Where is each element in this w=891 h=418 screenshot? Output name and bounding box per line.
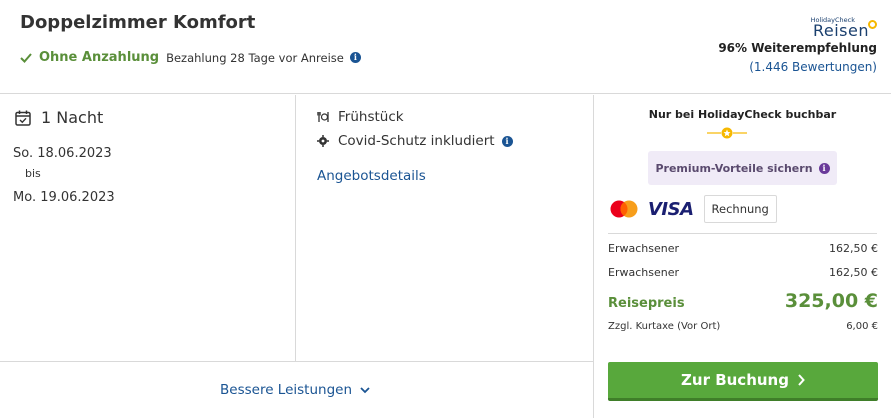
features-column: Frühstück Covid-Schutz inkludiert i Ange… xyxy=(296,95,594,361)
chevron-right-icon xyxy=(798,374,805,386)
nights-row: 1 Nacht xyxy=(15,108,103,127)
stay-column: 1 Nacht So. 18.06.2023 bis Mo. 19.06.202… xyxy=(0,95,296,361)
booking-panel: Nur bei HolidayCheck buchbar Premium-Vor… xyxy=(594,95,891,418)
meal-icon xyxy=(317,112,329,122)
sun-icon xyxy=(868,20,877,29)
premium-label: Premium-Vorteile sichern xyxy=(655,161,813,175)
tax-label: Zzgl. Kurtaxe (Vor Ort) xyxy=(608,321,721,332)
tax-value: 6,00 € xyxy=(846,321,878,332)
holidaycheck-logo: HolidayCheck Reisen xyxy=(811,16,877,40)
price-line: Erwachsener 162,50 € xyxy=(608,242,878,255)
visa-icon: VISA xyxy=(648,198,694,220)
price-divider xyxy=(608,233,877,234)
better-services-toggle[interactable]: Bessere Leistungen xyxy=(220,382,370,398)
feature-breakfast: Frühstück xyxy=(317,109,411,125)
offer-details-link[interactable]: Angebotsdetails xyxy=(317,168,426,184)
exclusive-note: Nur bei HolidayCheck buchbar xyxy=(648,108,837,121)
feature-label: Covid-Schutz inkludiert xyxy=(338,133,495,149)
logo-big-text: Reisen xyxy=(812,21,869,40)
book-button[interactable]: Zur Buchung xyxy=(608,362,878,401)
recommendation-rate: 96% Weiterempfehlung xyxy=(718,41,877,55)
chevron-down-icon xyxy=(360,387,370,394)
offer-header: Doppelzimmer Komfort Ohne Anzahlung Beza… xyxy=(0,0,891,94)
date-separator: bis xyxy=(25,167,41,180)
total-row: Reisepreis 325,00 € xyxy=(608,290,878,312)
star-divider-icon xyxy=(707,127,747,139)
book-button-label: Zur Buchung xyxy=(681,371,789,389)
mastercard-icon xyxy=(610,200,638,218)
premium-benefits-button[interactable]: Premium-Vorteile sichern i xyxy=(648,151,837,185)
price-line-label: Erwachsener xyxy=(608,266,679,279)
feature-covid: Covid-Schutz inkludiert i xyxy=(317,133,513,149)
better-services-label: Bessere Leistungen xyxy=(220,382,353,398)
payment-note: Bezahlung 28 Tage vor Anreise xyxy=(166,50,344,65)
room-title: Doppelzimmer Komfort xyxy=(20,12,256,33)
calendar-icon xyxy=(15,110,31,126)
deposit-row: Ohne Anzahlung Bezahlung 28 Tage vor Anr… xyxy=(20,50,361,65)
payment-methods: VISA Rechnung xyxy=(608,195,777,223)
total-price: 325,00 € xyxy=(784,290,878,312)
feature-label: Frühstück xyxy=(338,109,404,125)
info-icon: i xyxy=(818,162,830,174)
invoice-payment-badge: Rechnung xyxy=(703,195,777,223)
price-line: Erwachsener 162,50 € xyxy=(608,266,878,279)
info-icon[interactable]: i xyxy=(501,135,513,147)
deposit-label: Ohne Anzahlung xyxy=(39,50,160,65)
total-label: Reisepreis xyxy=(608,296,685,311)
nights-count: 1 Nacht xyxy=(41,108,104,127)
tax-row: Zzgl. Kurtaxe (Vor Ort) 6,00 € xyxy=(608,321,878,332)
price-line-value: 162,50 € xyxy=(829,266,878,279)
price-line-label: Erwachsener xyxy=(608,242,679,255)
info-icon[interactable]: i xyxy=(349,52,361,63)
shield-icon xyxy=(317,135,329,147)
better-services-bar: Bessere Leistungen xyxy=(0,361,594,418)
check-icon xyxy=(20,52,32,63)
price-line-value: 162,50 € xyxy=(829,242,878,255)
checkin-date: So. 18.06.2023 xyxy=(13,146,112,161)
reviews-link[interactable]: (1.446 Bewertungen) xyxy=(749,60,877,74)
checkout-date: Mo. 19.06.2023 xyxy=(13,190,115,205)
